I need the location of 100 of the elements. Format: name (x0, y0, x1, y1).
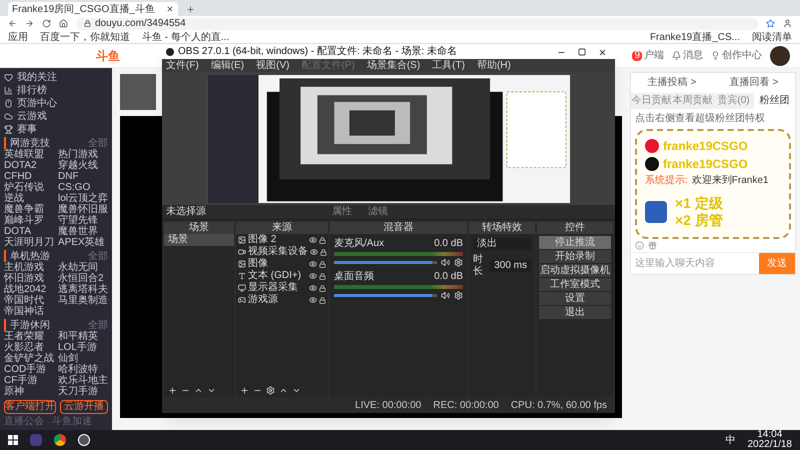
gift-icon[interactable] (648, 241, 657, 250)
category-link[interactable]: lol云顶之弈 (58, 193, 108, 204)
control-button[interactable]: 启动虚拟摄像机 (539, 264, 611, 277)
control-button[interactable]: 退出 (539, 306, 611, 319)
category-link[interactable]: 魔兽怀旧服 (58, 204, 108, 215)
down-icon[interactable] (292, 386, 301, 395)
chat-input[interactable]: 这里输入聊天内容 (631, 253, 759, 274)
category-link[interactable]: 王者荣耀 (4, 331, 54, 342)
browser-taskbar-icon[interactable] (54, 434, 66, 446)
control-button[interactable]: 开始录制 (539, 250, 611, 263)
category-link[interactable]: 永恒回合2 (58, 273, 108, 284)
category-link[interactable]: 炉石传说 (4, 182, 54, 193)
ime-indicator[interactable]: 中 (726, 432, 736, 448)
reload-icon[interactable] (42, 19, 51, 28)
category-link[interactable]: CS:GO (58, 182, 108, 193)
eye-icon[interactable] (309, 260, 317, 268)
category-link[interactable]: CFHD (4, 171, 54, 182)
close-icon[interactable] (166, 5, 174, 13)
profile-icon[interactable] (783, 19, 792, 28)
duration-field[interactable]: 300 ms (490, 260, 531, 272)
lock-icon[interactable] (319, 236, 326, 244)
lock-icon[interactable] (319, 272, 326, 280)
category-link[interactable]: 永劫无间 (58, 262, 108, 273)
sidebar-nav-item[interactable]: 页游中心 (17, 98, 57, 109)
up-icon[interactable] (194, 386, 203, 395)
control-button[interactable]: 停止推流 (539, 236, 611, 249)
category-link[interactable]: LOL手游 (58, 342, 108, 353)
header-link[interactable]: 户端 (644, 48, 664, 63)
category-link[interactable]: 魔兽争霸 (4, 204, 54, 215)
rank-tab[interactable]: 粉丝团 (754, 93, 795, 109)
menu-item[interactable]: 编辑(E) (210, 60, 244, 72)
category-link[interactable]: 巅峰斗罗 (4, 215, 54, 226)
category-link[interactable]: 金铲铲之战 (4, 353, 54, 364)
eye-icon[interactable] (309, 272, 317, 280)
category-link[interactable]: CF手游 (4, 375, 54, 386)
eye-icon[interactable] (309, 284, 317, 292)
bell-icon[interactable] (672, 51, 681, 60)
add-icon[interactable] (240, 386, 249, 395)
category-link[interactable]: 逃离塔科夫 (58, 284, 108, 295)
up-icon[interactable] (279, 386, 288, 395)
category-link[interactable]: 天涯明月刀 (4, 237, 54, 248)
panel-link[interactable]: 主播投稿 > (648, 77, 696, 89)
menu-item[interactable]: 场景集合(S) (366, 60, 420, 72)
control-button[interactable]: 工作室模式 (539, 278, 611, 291)
category-link[interactable]: 欢乐斗地主 (58, 375, 108, 386)
settings-icon[interactable] (454, 258, 463, 267)
close-icon[interactable] (598, 48, 607, 56)
lock-icon[interactable] (319, 284, 326, 292)
source-item[interactable]: 图像 (248, 258, 307, 270)
bookmark-link[interactable]: 百度一下，你就知道 (40, 30, 130, 44)
source-item[interactable]: 文本 (GDI+) (248, 270, 307, 282)
panel-link[interactable]: 直播回看 > (730, 77, 778, 89)
category-link[interactable]: 热门游戏 (58, 149, 108, 160)
category-link[interactable]: DOTA2 (4, 160, 54, 171)
speaker-icon[interactable] (441, 291, 450, 300)
category-link[interactable]: 火影忍者 (4, 342, 54, 353)
category-link[interactable]: 穿越火线 (58, 160, 108, 171)
speaker-icon[interactable] (441, 258, 450, 267)
add-icon[interactable] (168, 386, 177, 395)
category-link[interactable]: 哈利波特 (58, 364, 108, 375)
eye-icon[interactable] (309, 236, 317, 244)
category-link[interactable]: 战地2042 (4, 284, 54, 295)
menu-item[interactable]: 工具(T) (432, 60, 465, 72)
category-link[interactable]: 天刀手游 (58, 386, 108, 397)
lock-icon[interactable] (319, 296, 326, 304)
menu-item[interactable]: 文件(F) (166, 60, 199, 72)
category-link[interactable]: 守望先锋 (58, 215, 108, 226)
source-item[interactable]: 图像 2 (248, 234, 307, 246)
menu-item[interactable]: 视图(V) (256, 60, 290, 72)
bookmark-link[interactable]: 应用 (8, 30, 28, 44)
sidebar-nav-item[interactable]: 云游戏 (17, 111, 47, 122)
sidebar-nav-item[interactable]: 赛事 (17, 124, 37, 135)
eye-icon[interactable] (309, 296, 317, 304)
browser-tab[interactable]: Franke19房间_CSGO直播_斗鱼 (8, 2, 178, 16)
source-item[interactable]: 显示器采集 (248, 282, 307, 294)
lock-icon[interactable] (320, 248, 327, 256)
bookmark-link[interactable]: 阅读清单 (752, 30, 792, 44)
home-icon[interactable] (59, 19, 68, 28)
category-link[interactable]: DNF (58, 171, 108, 182)
category-link[interactable]: COD手游 (4, 364, 54, 375)
maximize-icon[interactable] (578, 48, 586, 56)
category-link[interactable]: APEX英雄 (58, 237, 108, 248)
sidebar-button[interactable]: 云游开播 (60, 400, 108, 414)
category-link[interactable]: 帝国神话 (4, 306, 54, 317)
source-toolbar-button[interactable]: 滤镜 (368, 206, 388, 218)
category-link[interactable]: DOTA (4, 226, 54, 237)
source-item[interactable]: 视频采集设备 (248, 246, 308, 258)
bookmark-link[interactable]: Franke19直播_CS... (650, 30, 740, 44)
avatar-icon[interactable] (770, 46, 790, 66)
header-link[interactable]: 创作中心 (722, 48, 762, 63)
category-link[interactable]: 主机游戏 (4, 262, 54, 273)
scene-item[interactable]: 场景 (164, 234, 234, 246)
source-item[interactable]: 游戏源 (248, 294, 307, 306)
new-tab-icon[interactable] (186, 5, 195, 14)
settings-icon[interactable] (454, 291, 463, 300)
address-bar[interactable]: douyu.com/3494554 (76, 18, 758, 30)
back-icon[interactable] (8, 19, 17, 28)
category-link[interactable]: 魔兽世界 (58, 226, 108, 237)
sidebar-button[interactable]: 客户端打开 (4, 400, 56, 414)
category-link[interactable]: 英雄联盟 (4, 149, 54, 160)
